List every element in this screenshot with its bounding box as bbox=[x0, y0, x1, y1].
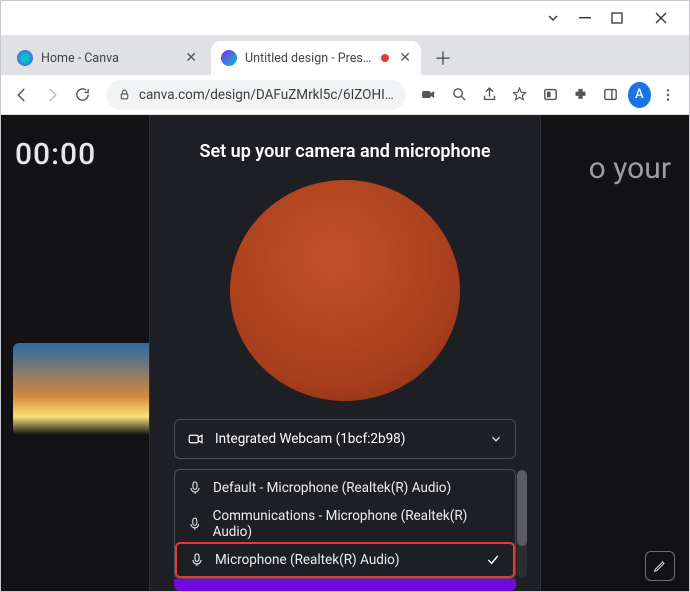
browser-toolbar: canva.com/design/DAFuZMrkl5c/6IZOHI… A bbox=[1, 75, 689, 115]
browser-menu-button[interactable] bbox=[655, 80, 681, 110]
microphone-icon bbox=[189, 552, 205, 568]
mic-option-label: Communications - Microphone (Realtek(R) … bbox=[213, 508, 503, 540]
camera-select-value: Integrated Webcam (1bcf:2b98) bbox=[215, 431, 405, 447]
check-icon bbox=[485, 552, 501, 568]
canva-favicon-icon bbox=[17, 50, 33, 66]
window-restore-button[interactable] bbox=[595, 3, 639, 33]
chevron-down-icon bbox=[489, 432, 503, 446]
edit-notes-button[interactable] bbox=[645, 551, 675, 581]
url-text: canva.com/design/DAFuZMrkl5c/6IZOHI… bbox=[139, 87, 394, 103]
camera-preview bbox=[230, 180, 460, 401]
mic-option-label: Default - Microphone (Realtek(R) Audio) bbox=[213, 480, 451, 496]
tab-title: Untitled design - Prese… bbox=[245, 51, 375, 66]
slide-thumbnail[interactable] bbox=[13, 343, 168, 435]
extensions-icon[interactable] bbox=[567, 80, 593, 110]
page-content: 00:00 o your Set up your camera and micr… bbox=[1, 115, 689, 591]
profile-avatar[interactable]: A bbox=[628, 82, 651, 108]
pencil-icon bbox=[652, 558, 668, 574]
nav-back-button[interactable] bbox=[9, 80, 35, 110]
mic-option-communications[interactable]: Communications - Microphone (Realtek(R) … bbox=[175, 506, 515, 542]
new-tab-button[interactable]: ＋ bbox=[429, 44, 457, 72]
microphone-icon bbox=[187, 516, 203, 532]
camera-icon bbox=[187, 430, 205, 448]
nav-forward-button[interactable] bbox=[39, 80, 65, 110]
camera-select[interactable]: Integrated Webcam (1bcf:2b98) bbox=[174, 419, 516, 459]
install-icon[interactable] bbox=[537, 80, 563, 110]
window-titlebar bbox=[1, 1, 689, 35]
address-bar[interactable]: canva.com/design/DAFuZMrkl5c/6IZOHI… bbox=[106, 80, 406, 110]
lock-icon bbox=[118, 88, 131, 101]
recording-timer: 00:00 bbox=[15, 137, 96, 172]
window-chevron-down-icon bbox=[575, 3, 595, 33]
dialog-heading: Set up your camera and microphone bbox=[199, 141, 490, 162]
sidepanel-icon[interactable] bbox=[598, 80, 624, 110]
tab-close-icon[interactable]: ✕ bbox=[399, 50, 411, 66]
window-minimize-button[interactable] bbox=[531, 3, 575, 33]
camera-icon[interactable] bbox=[416, 80, 442, 110]
mic-option-default[interactable]: Default - Microphone (Realtek(R) Audio) bbox=[175, 470, 515, 506]
mic-option-label: Microphone (Realtek(R) Audio) bbox=[215, 552, 400, 568]
tab-close-icon[interactable]: ✕ bbox=[185, 50, 197, 66]
mic-option-selected[interactable]: Microphone (Realtek(R) Audio) bbox=[175, 542, 515, 578]
zoom-icon[interactable] bbox=[446, 80, 472, 110]
recording-indicator-icon bbox=[381, 54, 389, 62]
tab-home-canva[interactable]: Home - Canva ✕ bbox=[7, 41, 207, 75]
window-close-button[interactable] bbox=[639, 3, 683, 33]
dropdown-scrollbar[interactable] bbox=[517, 470, 527, 578]
microphone-dropdown: Default - Microphone (Realtek(R) Audio) … bbox=[174, 469, 516, 579]
slide-title-partial: o your bbox=[589, 151, 671, 186]
share-icon[interactable] bbox=[476, 80, 502, 110]
nav-reload-button[interactable] bbox=[70, 80, 96, 110]
tab-untitled-design[interactable]: Untitled design - Prese… ✕ bbox=[211, 41, 421, 75]
bookmark-star-icon[interactable] bbox=[507, 80, 533, 110]
browser-tabstrip: Home - Canva ✕ Untitled design - Prese… … bbox=[1, 35, 689, 75]
canva-favicon-icon bbox=[221, 50, 237, 66]
tab-title: Home - Canva bbox=[41, 51, 181, 66]
camera-mic-setup-dialog: Set up your camera and microphone Integr… bbox=[149, 115, 541, 591]
microphone-icon bbox=[187, 480, 203, 496]
primary-action-bar[interactable] bbox=[174, 579, 516, 591]
